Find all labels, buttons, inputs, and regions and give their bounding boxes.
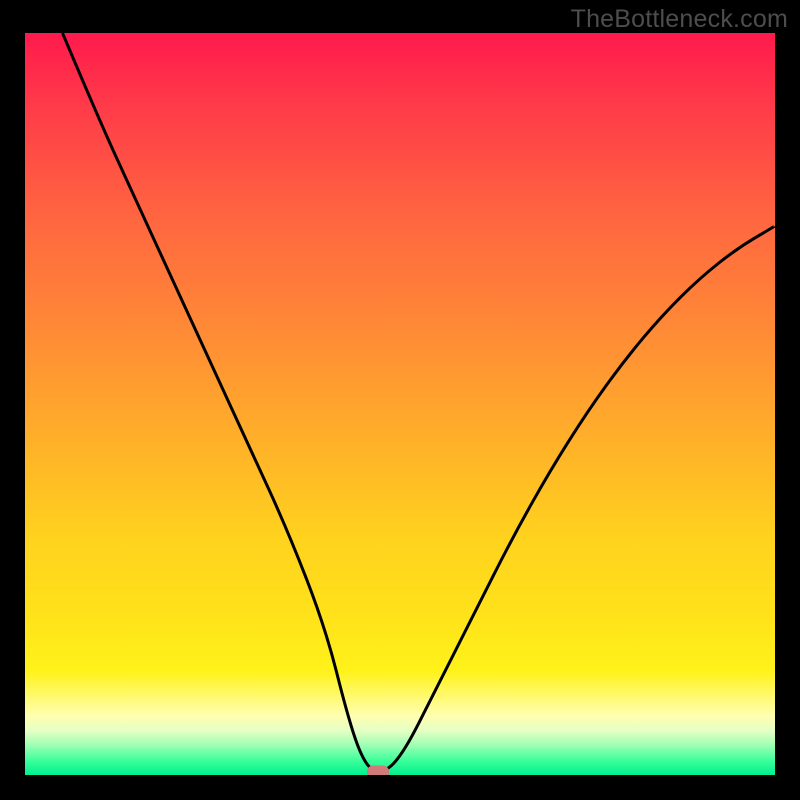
curve-svg <box>25 33 775 775</box>
chart-frame: TheBottleneck.com <box>0 0 800 800</box>
min-marker <box>367 766 389 776</box>
plot-area <box>25 33 775 775</box>
bottleneck-curve <box>63 33 776 771</box>
watermark-text: TheBottleneck.com <box>571 5 788 34</box>
